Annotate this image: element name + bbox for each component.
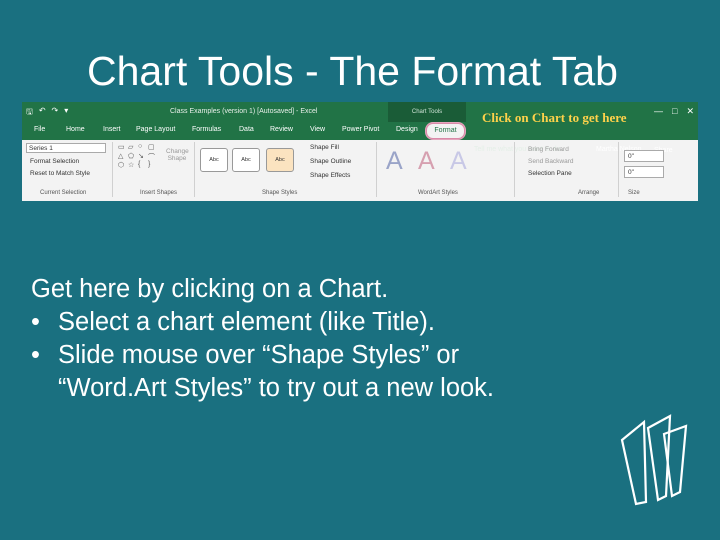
tab-formulas[interactable]: Formulas: [192, 126, 221, 133]
tab-design[interactable]: Design: [396, 126, 418, 133]
rectangle-icon[interactable]: ▭: [118, 143, 128, 152]
tab-data[interactable]: Data: [239, 126, 254, 133]
shape-fill-button[interactable]: Shape Fill: [310, 144, 339, 151]
shape-style-preset-1[interactable]: Abc: [200, 148, 228, 172]
wordart-style-1[interactable]: A: [386, 146, 403, 176]
group-divider: [376, 142, 377, 197]
shape-style-preset-3[interactable]: Abc: [266, 148, 294, 172]
tab-format[interactable]: Format: [426, 123, 465, 139]
rounded-rectangle-icon[interactable]: ▢: [148, 143, 158, 152]
send-backward-button[interactable]: Send Backward: [528, 158, 574, 165]
tab-home[interactable]: Home: [66, 126, 85, 133]
minimize-icon[interactable]: —: [654, 106, 663, 117]
size-group-label: Size: [628, 190, 640, 196]
shape-effects-button[interactable]: Shape Effects: [310, 172, 350, 179]
tab-review[interactable]: Review: [270, 126, 293, 133]
tab-power-pivot[interactable]: Power Pivot: [342, 126, 379, 133]
decorative-logo-shape: [620, 414, 688, 506]
click-hint-callout: Click on Chart to get here: [466, 102, 654, 129]
bullet-item: • Slide mouse over “Shape Styles” or: [31, 339, 681, 372]
slide-body: Get here by clicking on a Chart. • Selec…: [31, 273, 681, 405]
right-brace-icon[interactable]: }: [148, 161, 158, 170]
group-divider: [514, 142, 515, 197]
shape-width-field[interactable]: 0": [624, 166, 664, 178]
bullet-text: Slide mouse over “Shape Styles” or: [58, 341, 460, 369]
wordart-styles-group-label: WordArt Styles: [418, 190, 458, 196]
quick-access-toolbar: 🖫 ↶ ↷ ▾: [26, 106, 68, 120]
wordart-style-2[interactable]: A: [418, 146, 435, 176]
insert-shapes-group-label: Insert Shapes: [140, 190, 178, 196]
tab-file[interactable]: File: [34, 126, 45, 133]
parallelogram-icon[interactable]: ▱: [128, 143, 138, 152]
change-shape-button[interactable]: Change Shape: [166, 148, 189, 162]
document-title: Class Examples (version 1) [Autosaved] -…: [170, 108, 318, 115]
current-selection-group-label: Current Selection: [40, 190, 87, 196]
shape-outline-button[interactable]: Shape Outline: [310, 158, 351, 165]
arrow-icon[interactable]: ↘: [138, 152, 148, 161]
maximize-icon[interactable]: □: [672, 106, 677, 117]
chart-tools-context: Chart Tools: [388, 102, 466, 122]
tab-page-layout[interactable]: Page Layout: [136, 126, 175, 133]
group-divider: [618, 142, 619, 197]
close-icon[interactable]: ✕: [686, 106, 694, 117]
save-icon[interactable]: 🖫: [26, 106, 33, 120]
bullet-marker: •: [31, 341, 40, 369]
oval-icon[interactable]: ○: [138, 143, 148, 152]
group-divider: [112, 142, 113, 197]
redo-icon[interactable]: ↷: [52, 106, 59, 120]
shape-height-field[interactable]: 0": [624, 150, 664, 162]
bullet-item: • Select a chart element (like Title).: [31, 306, 681, 339]
chart-elements-dropdown[interactable]: Series 1: [26, 143, 106, 153]
bullet-text-continuation: “Word.Art Styles” to try out a new look.: [58, 374, 495, 402]
bullet-marker: •: [31, 308, 40, 336]
pentagon-icon[interactable]: ⬠: [128, 152, 138, 161]
excel-ribbon-screenshot: 🖫 ↶ ↷ ▾ Class Examples (version 1) [Auto…: [22, 102, 698, 201]
group-divider: [194, 142, 195, 197]
click-hint-text: Click on Chart to get here: [482, 110, 627, 125]
undo-icon[interactable]: ↶: [39, 106, 46, 120]
reset-to-match-style-button[interactable]: Reset to Match Style: [30, 170, 90, 177]
slide-title: Chart Tools - The Format Tab: [87, 48, 618, 94]
tab-view[interactable]: View: [310, 126, 325, 133]
selection-pane-button[interactable]: Selection Pane: [528, 170, 572, 177]
wordart-style-3[interactable]: A: [450, 146, 467, 176]
star-icon[interactable]: ☆: [128, 161, 138, 170]
left-brace-icon[interactable]: {: [138, 161, 148, 170]
shapes-gallery[interactable]: ▭ ▱ ○ ▢ △ ⬠ ↘ ⌒ ⬡ ☆ { }: [118, 143, 158, 173]
tab-format-label: Format: [434, 127, 457, 134]
shape-style-preset-2[interactable]: Abc: [232, 148, 260, 172]
format-selection-button[interactable]: Format Selection: [30, 158, 79, 165]
intro-text: Get here by clicking on a Chart.: [31, 275, 389, 303]
triangle-icon[interactable]: △: [118, 152, 128, 161]
bring-forward-button[interactable]: Bring Forward: [528, 146, 569, 153]
customize-qat-icon[interactable]: ▾: [64, 106, 68, 120]
shape-styles-group-label: Shape Styles: [262, 190, 298, 196]
hexagon-icon[interactable]: ⬡: [118, 161, 128, 170]
arc-icon[interactable]: ⌒: [148, 152, 158, 161]
bullet-text: Select a chart element (like Title).: [58, 308, 435, 336]
arrange-group-label: Arrange: [578, 190, 600, 196]
tab-insert[interactable]: Insert: [103, 126, 121, 133]
